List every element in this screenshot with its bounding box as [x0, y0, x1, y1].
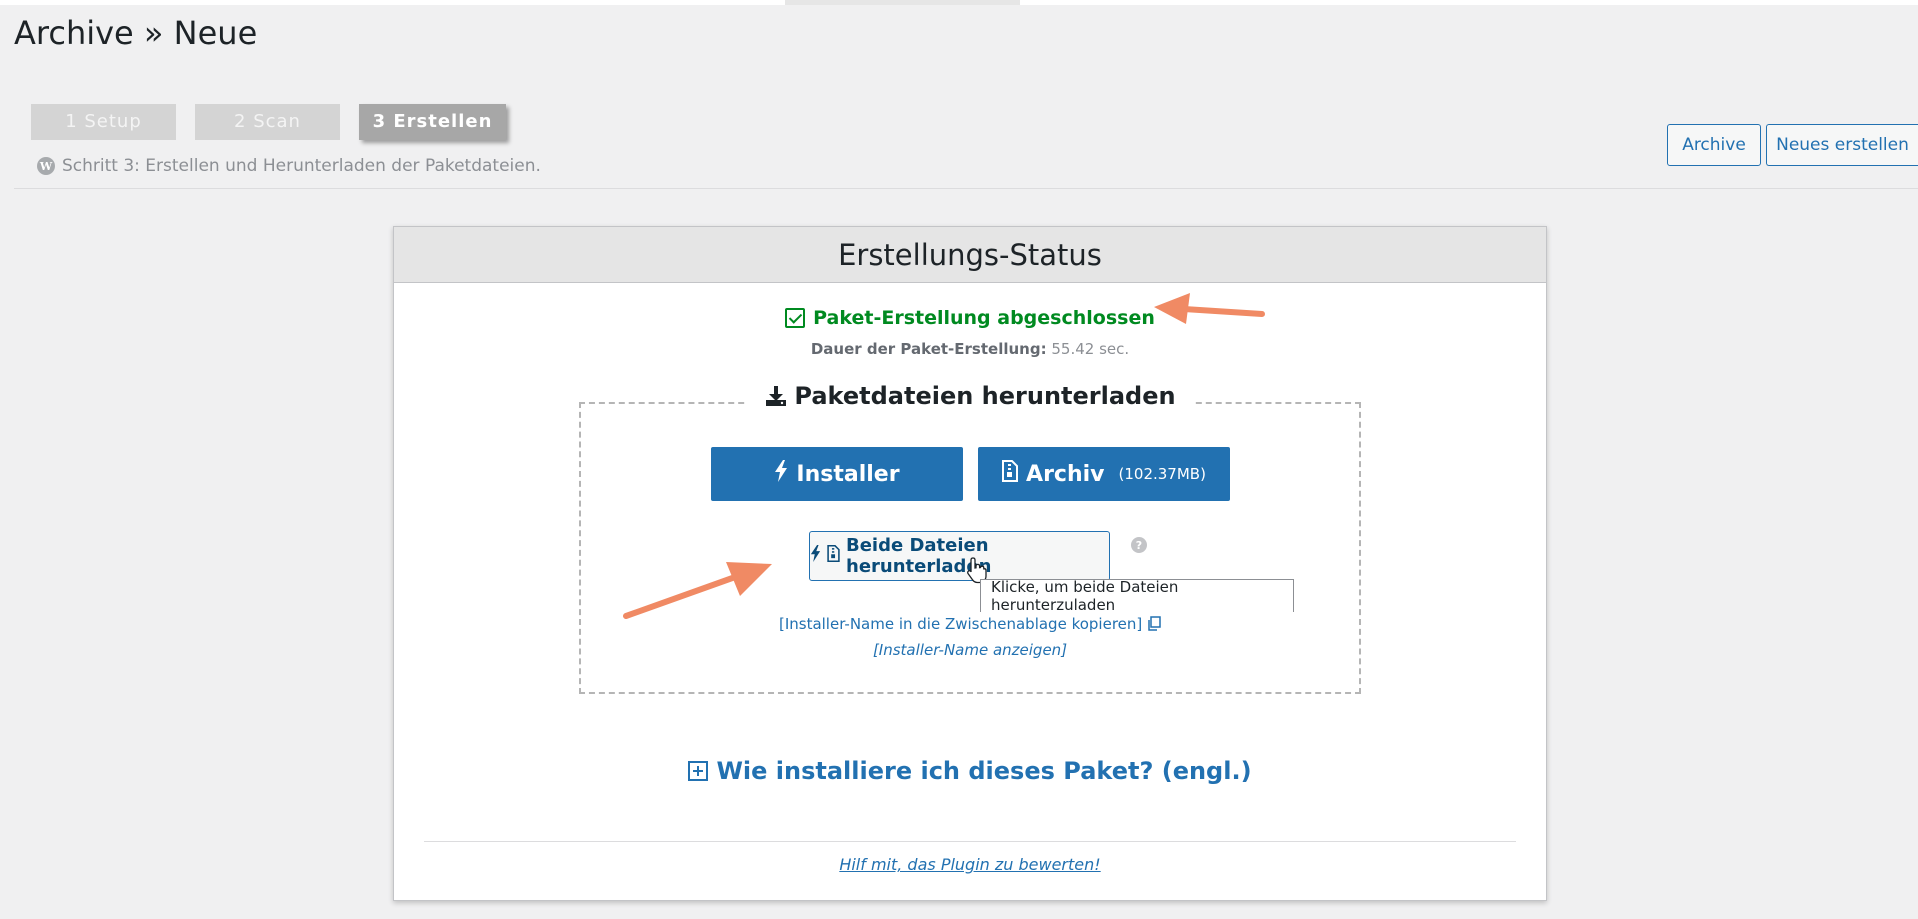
file-archive-icon: [1002, 460, 1019, 488]
duration-value: 55.42 sec.: [1051, 340, 1130, 358]
download-section: Paketdateien herunterladen Installer Arc…: [579, 382, 1361, 694]
archive-label: Archiv: [1026, 461, 1105, 487]
step-erstellen[interactable]: 3 Erstellen: [359, 104, 506, 140]
panel-divider: [424, 841, 1516, 842]
copy-icon[interactable]: [1147, 615, 1161, 633]
page-title: Archive » Neue: [14, 14, 258, 52]
file-archive-icon: [827, 545, 840, 567]
duration-label: Dauer der Paket-Erstellung:: [810, 340, 1047, 358]
download-both-button[interactable]: Beide Dateien herunterladen: [809, 531, 1110, 581]
status-message: Paket-Erstellung abgeschlossen: [394, 307, 1546, 329]
download-section-title: Paketdateien herunterladen: [581, 382, 1359, 410]
panel-title: Erstellungs-Status: [394, 227, 1546, 283]
build-status-panel: Erstellungs-Status Paket-Erstellung abge…: [393, 226, 1547, 901]
download-both-tooltip: Klicke, um beide Dateien herunterzuladen: [980, 578, 1294, 614]
wordpress-logo-icon: W: [37, 157, 55, 175]
download-title-text: Paketdateien herunterladen: [794, 382, 1176, 410]
header-divider: [14, 188, 1918, 189]
howto-text[interactable]: Wie installiere ich dieses Paket? (engl.…: [716, 757, 1251, 785]
build-duration: Dauer der Paket-Erstellung: 55.42 sec.: [394, 340, 1546, 358]
installer-label: Installer: [796, 461, 900, 487]
step-setup[interactable]: 1 Setup: [31, 104, 176, 140]
download-icon: [764, 384, 788, 408]
checkbox-check-icon: [785, 308, 806, 328]
copy-link-text[interactable]: [Installer-Name in die Zwischenablage ko…: [779, 615, 1142, 633]
wizard-steps: 1 Setup 2 Scan 3 Erstellen: [31, 104, 506, 140]
step-scan[interactable]: 2 Scan: [195, 104, 340, 140]
archive-button[interactable]: Archive: [1667, 124, 1761, 166]
rate-plugin-link[interactable]: Hilf mit, das Plugin zu bewerten!: [394, 855, 1546, 874]
archive-download-button[interactable]: Archiv (102.37MB): [978, 447, 1230, 501]
help-icon[interactable]: ?: [1131, 537, 1147, 553]
bolt-icon: [774, 460, 788, 488]
annotation-arrow: [623, 562, 772, 619]
show-installer-name-link[interactable]: [Installer-Name anzeigen]: [581, 641, 1359, 659]
archive-size: (102.37MB): [1118, 465, 1206, 483]
top-strip: [0, 0, 1918, 5]
howto-install-toggle[interactable]: Wie installiere ich dieses Paket? (engl.…: [394, 757, 1546, 785]
installer-download-button[interactable]: Installer: [711, 447, 963, 501]
step-description: W Schritt 3: Erstellen und Herunterladen…: [37, 156, 541, 176]
plus-square-icon: [688, 761, 709, 781]
top-strip-shade: [785, 0, 1020, 5]
step-description-text: Schritt 3: Erstellen und Herunterladen d…: [62, 156, 541, 176]
status-text: Paket-Erstellung abgeschlossen: [813, 307, 1155, 329]
annotation-arrow: [1154, 293, 1265, 324]
new-package-button[interactable]: Neues erstellen: [1766, 124, 1918, 166]
bolt-icon: [810, 545, 821, 567]
